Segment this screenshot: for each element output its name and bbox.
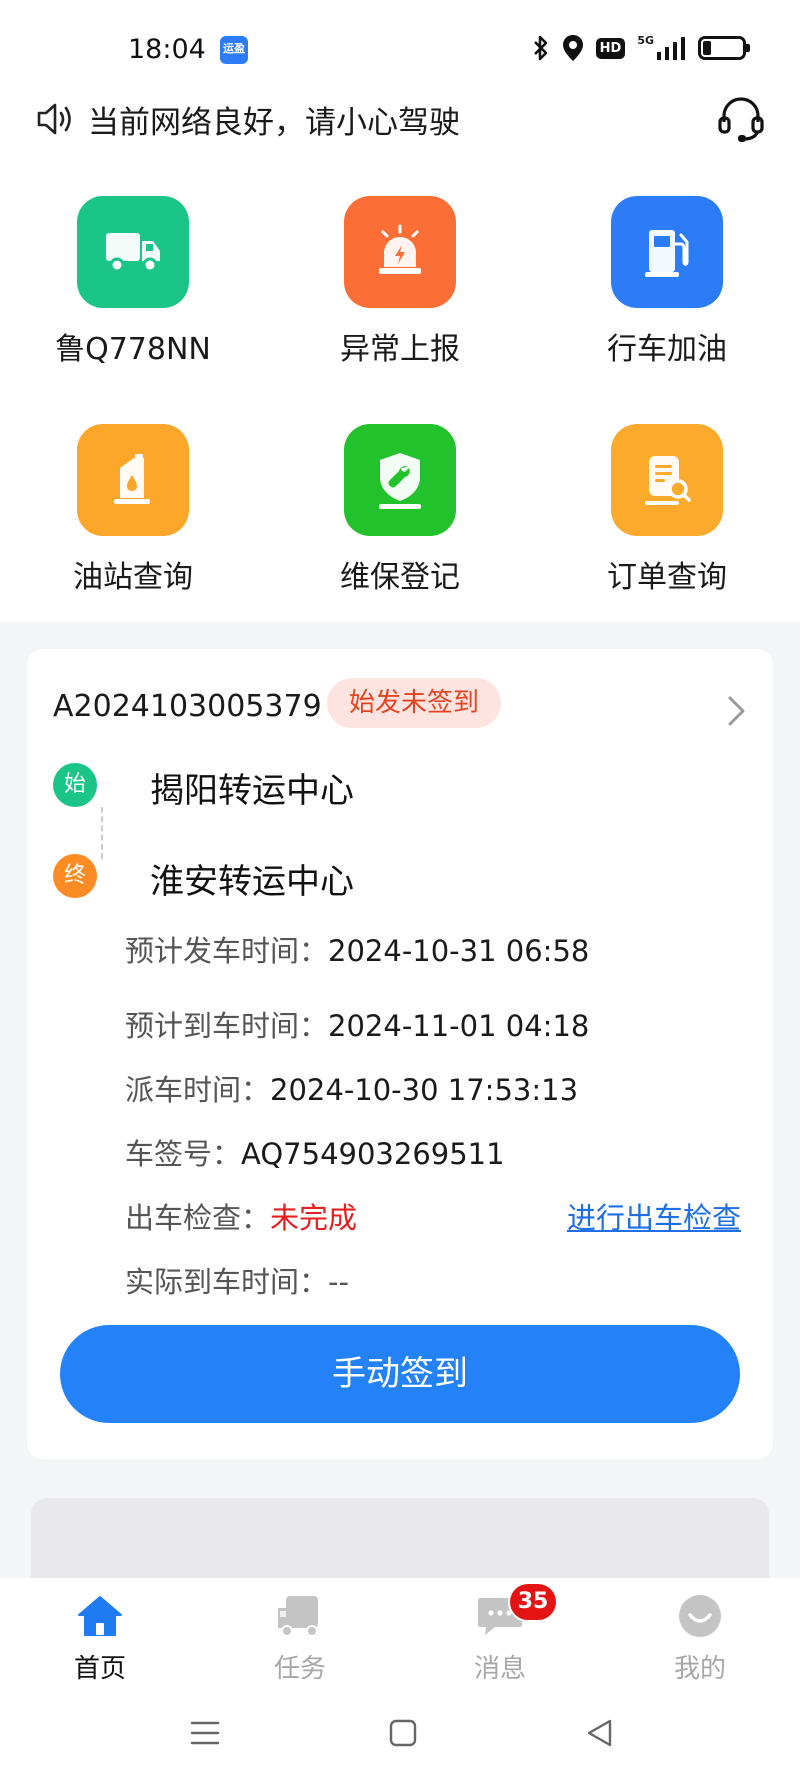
grid-label: 鲁Q778NN	[55, 332, 211, 367]
status-badge: 始发未签到	[327, 678, 502, 728]
bluetooth-icon	[533, 35, 547, 61]
departure-check-status: 未完成	[270, 1201, 358, 1235]
signal-icon	[657, 37, 685, 60]
origin-marker: 始	[53, 763, 97, 807]
planned-arrival-label: 预计到车时间：	[125, 1009, 329, 1043]
notice-text: 当前网络良好，请小心驾驶	[88, 104, 460, 141]
wrench-shield-icon	[344, 424, 456, 536]
oil-can-icon	[77, 424, 189, 536]
location-icon	[562, 35, 583, 61]
tab-home[interactable]: 首页	[30, 1590, 170, 1685]
profile-icon	[630, 1590, 770, 1642]
customer-service-icon[interactable]	[716, 94, 766, 144]
planned-departure-value: 2024-10-31 06:58	[328, 934, 590, 968]
actual-arrival-label: 实际到车时间：	[125, 1265, 329, 1299]
actual-arrival-value: --	[328, 1265, 349, 1299]
battery-level	[703, 41, 711, 55]
chevron-right-icon[interactable]	[727, 695, 747, 727]
network-notice: 当前网络良好，请小心驾驶	[36, 94, 766, 144]
tab-label: 任务	[273, 1654, 326, 1684]
truck-icon	[77, 196, 189, 308]
speaker-icon	[37, 103, 71, 135]
fuel-pump-icon	[611, 196, 723, 308]
tab-messages[interactable]: 35 消息	[430, 1582, 570, 1685]
destination-marker: 终	[53, 854, 97, 898]
planned-departure-label: 预计发车时间：	[125, 934, 329, 968]
hd-icon: HD	[595, 37, 626, 59]
tab-label: 消息	[473, 1654, 526, 1684]
back-icon[interactable]	[584, 1718, 614, 1748]
planned-arrival-row: 预计到车时间：2024-11-01 04:18	[125, 1003, 589, 1045]
route-connector	[101, 807, 103, 859]
grid-label: 维保登记	[340, 560, 460, 595]
grid-item-exception-report[interactable]: 异常上报	[290, 196, 510, 368]
bottom-tab-bar: 首页 任务 35 消息 我的	[0, 1578, 800, 1688]
grid-label: 订单查询	[607, 560, 727, 595]
home-square-icon[interactable]	[389, 1718, 417, 1748]
destination-name: 淮安转运中心	[150, 862, 354, 902]
status-time: 18:04	[128, 34, 206, 65]
menu-icon[interactable]	[190, 1718, 220, 1748]
status-bar: 18:04 运盈 HD 5G	[0, 0, 800, 100]
home-icon	[30, 1590, 170, 1642]
vehicle-tag-label: 车签号：	[125, 1137, 242, 1171]
dispatch-time-label: 派车时间：	[125, 1073, 271, 1107]
dispatch-time-value: 2024-10-30 17:53:13	[270, 1073, 579, 1107]
alarm-icon	[344, 196, 456, 308]
departure-check-label: 出车检查：	[125, 1201, 271, 1235]
planned-departure-row: 预计发车时间：2024-10-31 06:58	[125, 928, 589, 970]
message-icon: 35	[430, 1582, 570, 1642]
tab-label: 我的	[673, 1654, 726, 1684]
grid-item-refuel[interactable]: 行车加油	[557, 196, 777, 368]
grid-item-station-search[interactable]: 油站查询	[23, 424, 243, 596]
unread-count-badge: 35	[508, 1582, 558, 1622]
vehicle-tag-value: AQ754903269511	[241, 1137, 505, 1171]
origin-name: 揭阳转运中心	[150, 771, 354, 811]
tab-label: 首页	[73, 1654, 126, 1684]
grid-item-vehicle[interactable]: 鲁Q778NN	[23, 196, 243, 368]
dispatch-time-row: 派车时间：2024-10-30 17:53:13	[125, 1067, 578, 1109]
battery-icon	[698, 36, 750, 60]
start-departure-check-link[interactable]: 进行出车检查	[567, 1195, 741, 1237]
task-card[interactable]: A2024103005379 始发未签到 始 揭阳转运中心 终 淮安转运中心 预…	[27, 649, 773, 1459]
truck-icon	[230, 1590, 370, 1642]
vehicle-tag-row: 车签号：AQ754903269511	[125, 1131, 505, 1173]
departure-check-row: 出车检查：未完成	[125, 1195, 357, 1237]
order-number: A2024103005379	[53, 689, 322, 724]
manual-signin-button[interactable]: 手动签到	[60, 1325, 740, 1423]
planned-arrival-value: 2024-11-01 04:18	[328, 1009, 590, 1043]
network-type-label: 5G	[637, 33, 654, 47]
grid-item-order-search[interactable]: 订单查询	[557, 424, 777, 596]
status-icons: HD 5G	[532, 33, 750, 62]
tab-tasks[interactable]: 任务	[230, 1590, 370, 1685]
grid-item-maintenance[interactable]: 维保登记	[290, 424, 510, 596]
tab-profile[interactable]: 我的	[630, 1590, 770, 1685]
grid-label: 行车加油	[607, 332, 727, 367]
order-search-icon	[611, 424, 723, 536]
system-navigation-bar	[0, 1688, 800, 1787]
grid-label: 油站查询	[73, 560, 193, 595]
grid-label: 异常上报	[340, 332, 460, 367]
actual-arrival-row: 实际到车时间：--	[125, 1259, 349, 1301]
app-notification-icon: 运盈	[220, 36, 248, 64]
